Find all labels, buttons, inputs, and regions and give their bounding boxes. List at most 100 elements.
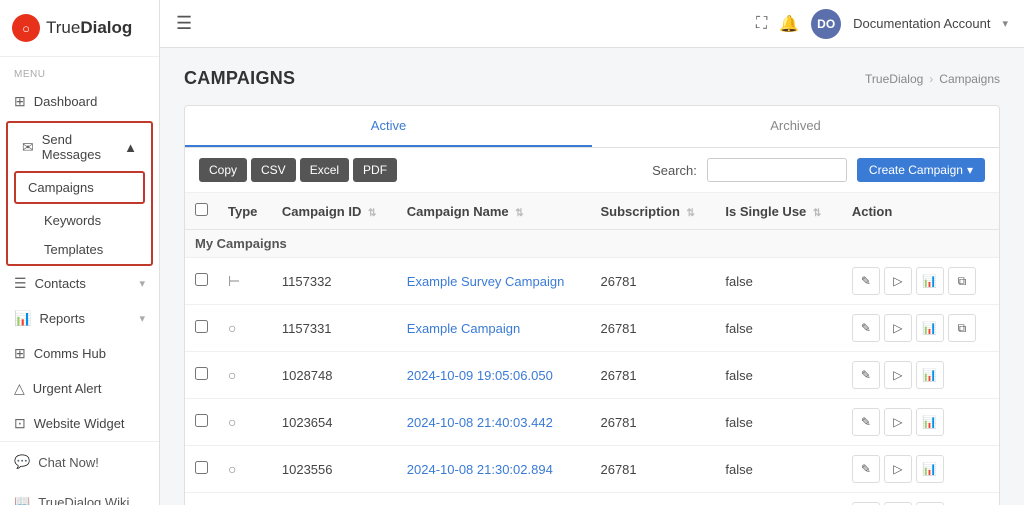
tab-active[interactable]: Active (185, 106, 592, 147)
row4-send-button[interactable]: ▷ (884, 408, 912, 436)
th-is-single-use: Is Single Use ⇅ (715, 193, 842, 230)
row2-campaign-id: 1157331 (272, 305, 397, 352)
chat-now-label: Chat Now! (38, 455, 99, 470)
row1-campaign-link[interactable]: Example Survey Campaign (407, 274, 565, 289)
sidebar-item-reports[interactable]: 📊 Reports ▾ (0, 301, 159, 336)
breadcrumb-sep: › (929, 72, 933, 86)
row6-subscription: 26781 (590, 493, 715, 505)
bell-icon[interactable]: 🔔 (779, 14, 799, 34)
row1-checkbox[interactable] (195, 273, 208, 286)
row4-checkbox[interactable] (195, 414, 208, 427)
account-name[interactable]: Documentation Account (853, 16, 990, 31)
select-all-checkbox[interactable] (195, 203, 208, 216)
contacts-chevron-icon: ▾ (139, 277, 145, 290)
copy-button[interactable]: Copy (199, 158, 247, 182)
sidebar-item-send-messages[interactable]: ✉ Send Messages ▲ (8, 123, 151, 171)
sidebar-send-messages-label: Send Messages (42, 132, 116, 162)
campaigns-box: Campaigns (14, 171, 145, 204)
sidebar-item-campaigns[interactable]: Campaigns (16, 173, 143, 202)
table-row: ○ 1023654 2024-10-08 21:40:03.442 26781 … (185, 399, 999, 446)
row2-edit-button[interactable]: ✎ (852, 314, 880, 342)
topbar: ☰ ⛶ 🔔 DO Documentation Account ▾ (160, 0, 1024, 48)
create-campaign-button[interactable]: Create Campaign ▾ (857, 158, 985, 182)
campaigns-label: Campaigns (28, 180, 94, 195)
sidebar-item-contacts[interactable]: ☰ Contacts ▾ (0, 266, 159, 301)
row3-campaign-link[interactable]: 2024-10-09 19:05:06.050 (407, 368, 553, 383)
row2-send-button[interactable]: ▷ (884, 314, 912, 342)
sidebar-item-templates[interactable]: Templates (8, 235, 151, 264)
sidebar-item-urgent-alert[interactable]: △ Urgent Alert (0, 371, 159, 406)
row3-checkbox[interactable] (195, 367, 208, 380)
row5-action-buttons: ✎ ▷ 📊 (852, 455, 989, 483)
hamburger-icon[interactable]: ☰ (176, 13, 192, 34)
search-label: Search: (652, 163, 697, 178)
row3-edit-button[interactable]: ✎ (852, 361, 880, 389)
row5-campaign-link[interactable]: 2024-10-08 21:30:02.894 (407, 462, 553, 477)
row1-send-button[interactable]: ▷ (884, 267, 912, 295)
page-title: CAMPAIGNS (184, 68, 295, 89)
row5-type: ○ (218, 446, 272, 493)
content-header: CAMPAIGNS TrueDialog › Campaigns (184, 68, 1000, 89)
send-messages-icon: ✉ (22, 139, 34, 156)
sidebar-bottom: 💬 Chat Now! 📖 TrueDialog Wiki (0, 441, 159, 505)
logo-dialog: Dialog (80, 18, 132, 37)
reports-chevron-icon: ▾ (139, 312, 145, 325)
row2-checkbox[interactable] (195, 320, 208, 333)
row1-checkbox-cell (185, 258, 218, 305)
row2-actions: ✎ ▷ 📊 ⧉ (842, 305, 999, 352)
create-campaign-chevron-icon: ▾ (967, 163, 973, 177)
row2-campaign-link[interactable]: Example Campaign (407, 321, 520, 336)
row2-type: ○ (218, 305, 272, 352)
sidebar-item-keywords[interactable]: Keywords (8, 206, 151, 235)
expand-icon[interactable]: ⛶ (756, 15, 767, 33)
tab-archived[interactable]: Archived (592, 106, 999, 147)
row5-edit-button[interactable]: ✎ (852, 455, 880, 483)
row5-send-button[interactable]: ▷ (884, 455, 912, 483)
row3-actions: ✎ ▷ 📊 (842, 352, 999, 399)
row1-type: ⊢ (218, 258, 272, 305)
sidebar-item-comms-hub[interactable]: ⊞ Comms Hub (0, 336, 159, 371)
sidebar-item-dashboard[interactable]: ⊞ Dashboard (0, 84, 159, 119)
pdf-button[interactable]: PDF (353, 158, 397, 182)
chat-icon: 💬 (14, 454, 30, 470)
row5-campaign-name: 2024-10-08 21:30:02.894 (397, 446, 591, 493)
row2-checkbox-cell (185, 305, 218, 352)
row1-copy-button[interactable]: ⧉ (948, 267, 976, 295)
row1-edit-button[interactable]: ✎ (852, 267, 880, 295)
row4-campaign-link[interactable]: 2024-10-08 21:40:03.442 (407, 415, 553, 430)
csv-button[interactable]: CSV (251, 158, 296, 182)
table-row: ○ 1028748 2024-10-09 19:05:06.050 26781 … (185, 352, 999, 399)
reports-icon: 📊 (14, 310, 31, 327)
topbar-left: ☰ (176, 13, 192, 34)
row3-report-button[interactable]: 📊 (916, 361, 944, 389)
section-header-my-campaigns: My Campaigns (185, 230, 999, 258)
row4-edit-button[interactable]: ✎ (852, 408, 880, 436)
campaigns-table: Type Campaign ID ⇅ Campaign Name ⇅ Subsc… (185, 193, 999, 505)
row5-checkbox[interactable] (195, 461, 208, 474)
reports-label: Reports (39, 311, 85, 326)
search-input[interactable] (707, 158, 847, 182)
wiki-icon: 📖 (14, 494, 30, 505)
row2-is-single-use: false (715, 305, 842, 352)
row2-report-button[interactable]: 📊 (916, 314, 944, 342)
row4-action-buttons: ✎ ▷ 📊 (852, 408, 989, 436)
account-chevron-icon[interactable]: ▾ (1002, 17, 1008, 30)
excel-button[interactable]: Excel (300, 158, 349, 182)
create-campaign-label: Create Campaign (869, 163, 963, 177)
row4-report-button[interactable]: 📊 (916, 408, 944, 436)
sidebar-item-chat-now[interactable]: 💬 Chat Now! (0, 442, 159, 482)
row4-checkbox-cell (185, 399, 218, 446)
row5-report-button[interactable]: 📊 (916, 455, 944, 483)
subscription-sort-icon: ⇅ (687, 208, 695, 219)
row3-send-button[interactable]: ▷ (884, 361, 912, 389)
row1-report-button[interactable]: 📊 (916, 267, 944, 295)
contacts-icon: ☰ (14, 275, 27, 292)
row3-campaign-name: 2024-10-09 19:05:06.050 (397, 352, 591, 399)
sidebar-item-website-widget[interactable]: ⊡ Website Widget (0, 406, 159, 441)
breadcrumb-current: Campaigns (939, 72, 1000, 86)
row6-campaign-name: Link Example (397, 493, 591, 505)
breadcrumb-home[interactable]: TrueDialog (865, 72, 923, 86)
row2-copy-button[interactable]: ⧉ (948, 314, 976, 342)
campaign-name-sort-icon: ⇅ (515, 208, 523, 219)
sidebar-item-wiki[interactable]: 📖 TrueDialog Wiki (0, 482, 159, 505)
